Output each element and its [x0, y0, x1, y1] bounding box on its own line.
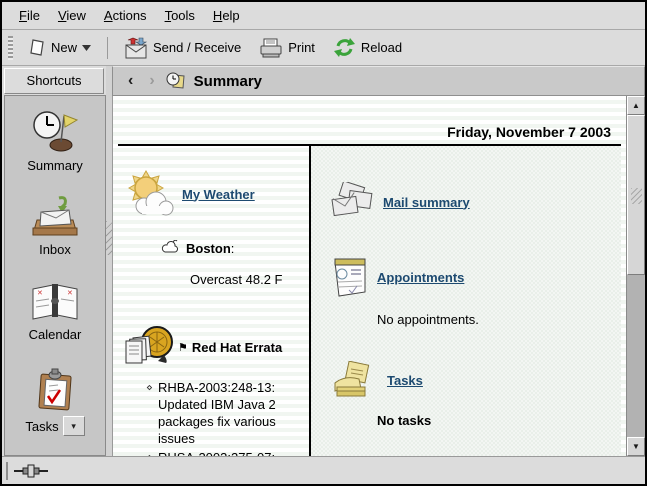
small-cloud-icon — [160, 240, 180, 256]
send-receive-button[interactable]: Send / Receive — [118, 33, 247, 63]
scrollbar-thumb[interactable] — [627, 115, 645, 275]
menu-help[interactable]: Help — [204, 4, 249, 27]
my-weather-link[interactable]: My Weather — [182, 187, 255, 202]
reload-button[interactable]: Reload — [327, 33, 408, 62]
sidebar-item-tasks[interactable]: Tasks ▾ — [5, 368, 105, 455]
tasks-notes-icon — [329, 361, 379, 399]
svg-text:✕: ✕ — [67, 290, 73, 297]
errata-list: ⋄ RHBA-2003:248-13: Updated IBM Java 2 p… — [146, 379, 301, 456]
bullet-icon: ⋄ — [146, 450, 153, 456]
menu-actions[interactable]: Actions — [95, 4, 156, 27]
appointments-icon — [329, 256, 369, 298]
evolution-window: File View Actions Tools Help New — [0, 0, 647, 486]
statusbar-grip — [6, 462, 8, 480]
summary-columns: My Weather Boston: — [118, 146, 621, 456]
sidebar-item-calendar[interactable]: ✕ ✕ Calendar — [5, 281, 105, 368]
menu-tools[interactable]: Tools — [156, 4, 204, 27]
back-button[interactable]: ‹ — [123, 68, 138, 94]
summary-shortcut-icon — [31, 108, 79, 154]
errata-marker-icon: ⚑ — [178, 341, 188, 354]
reload-label: Reload — [361, 40, 402, 55]
weather-condition: Overcast 48.2 F — [190, 272, 301, 287]
shortcuts-group-button[interactable]: Shortcuts — [4, 68, 104, 94]
tasks-status: No tasks — [377, 413, 613, 428]
splitter-grip-icon — [106, 221, 112, 255]
calendar-shortcut-icon: ✕ ✕ — [29, 281, 81, 323]
weather-icon — [124, 170, 174, 218]
errata-item[interactable]: ⋄ RHBA-2003:248-13: Updated IBM Java 2 p… — [146, 379, 301, 447]
tasks-section: Tasks No tasks — [329, 361, 613, 428]
status-bar — [2, 456, 645, 484]
page-title: Summary — [194, 73, 262, 90]
mail-summary-icon — [329, 182, 375, 222]
bullet-icon: ⋄ — [146, 380, 153, 397]
tasks-dropdown-button[interactable]: ▾ — [63, 416, 85, 436]
toolbar: New Send / Receive — [2, 30, 645, 66]
new-button[interactable]: New — [23, 34, 97, 61]
left-column: My Weather Boston: — [118, 146, 311, 456]
mail-summary-section: Mail summary — [329, 182, 613, 222]
send-receive-icon — [124, 37, 148, 59]
date-heading: Friday, November 7 2003 — [118, 96, 621, 146]
right-column: Mail summary — [311, 146, 621, 456]
weather-location: Boston — [186, 241, 231, 256]
sidebar-label-inbox: Inbox — [39, 242, 71, 257]
sidebar-label-summary: Summary — [27, 158, 83, 173]
appointments-link[interactable]: Appointments — [377, 270, 464, 285]
main-body: Friday, November 7 2003 — [112, 96, 645, 456]
summary-title-icon — [166, 72, 186, 90]
print-button[interactable]: Print — [253, 33, 321, 62]
menu-bar: File View Actions Tools Help — [2, 2, 645, 30]
toolbar-separator — [107, 37, 108, 59]
summary-content: Friday, November 7 2003 — [112, 96, 626, 456]
sidebar-item-inbox[interactable]: Inbox — [5, 194, 105, 281]
pane-splitter[interactable] — [106, 66, 112, 456]
forward-button[interactable]: › — [144, 68, 159, 94]
appointments-status: No appointments. — [377, 312, 613, 327]
menu-view[interactable]: View — [49, 4, 95, 27]
online-status-plug-icon[interactable] — [14, 464, 50, 478]
scroll-down-button[interactable]: ▼ — [627, 437, 645, 456]
shortcut-sidebar: Shortcuts Summary — [2, 66, 106, 456]
chevron-down-icon — [82, 45, 91, 51]
reload-icon — [333, 37, 356, 58]
print-icon — [259, 37, 283, 58]
menu-file[interactable]: File — [10, 4, 49, 27]
errata-item[interactable]: ⋄ RHSA-2003:275-07: Updated CUPS package… — [146, 449, 301, 456]
errata-section-head: ⚑ Red Hat Errata — [124, 325, 301, 369]
folder-title-bar: ‹ › Summary — [112, 66, 645, 96]
shortcut-panel: Summary Inbox — [4, 95, 106, 456]
scroll-up-button[interactable]: ▲ — [627, 96, 645, 115]
new-note-icon — [29, 38, 46, 57]
new-label: New — [51, 40, 77, 55]
errata-item-text: RHSA-2003:275-07: Updated CUPS packages … — [158, 450, 283, 456]
mail-summary-link[interactable]: Mail summary — [383, 195, 470, 210]
middle-region: Shortcuts Summary — [2, 66, 645, 456]
errata-icon — [124, 325, 174, 369]
toolbar-grip[interactable] — [8, 36, 13, 60]
errata-item-text: RHBA-2003:248-13: Updated IBM Java 2 pac… — [158, 380, 276, 446]
svg-text:✕: ✕ — [37, 290, 43, 297]
scrollbar-track[interactable] — [627, 275, 645, 437]
errata-title: Red Hat Errata — [192, 340, 282, 355]
vertical-scrollbar[interactable]: ▲ ▼ — [626, 96, 645, 456]
thumb-grip-icon — [631, 188, 642, 204]
inbox-shortcut-icon — [31, 194, 79, 238]
weather-location-row: Boston: — [160, 240, 301, 256]
send-receive-label: Send / Receive — [153, 40, 241, 55]
sidebar-label-tasks: Tasks — [25, 419, 58, 434]
print-label: Print — [288, 40, 315, 55]
tasks-link[interactable]: Tasks — [387, 373, 423, 388]
sidebar-label-calendar: Calendar — [29, 327, 82, 342]
weather-location-colon: : — [231, 241, 235, 256]
main-pane: ‹ › Summary Friday, November 7 2003 — [112, 66, 645, 456]
sidebar-item-summary[interactable]: Summary — [5, 108, 105, 195]
tasks-shortcut-icon — [34, 368, 76, 412]
weather-section-head: My Weather — [124, 170, 301, 218]
appointments-section: Appointments No appointments. — [329, 256, 613, 327]
date-text: Friday, November 7 2003 — [447, 124, 611, 140]
